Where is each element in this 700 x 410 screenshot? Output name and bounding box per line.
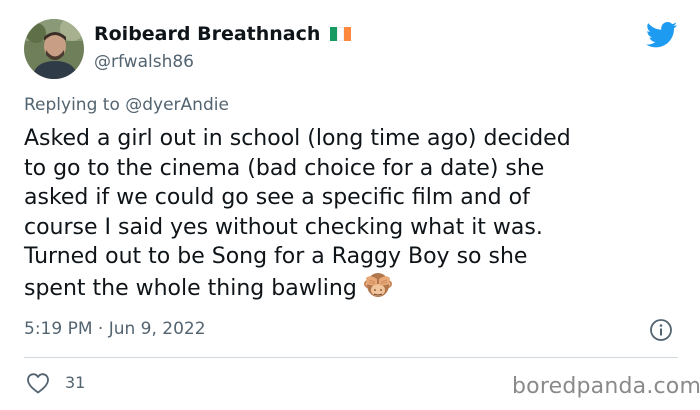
see-no-evil-monkey-emoji (363, 272, 392, 297)
ireland-flag-icon (330, 27, 352, 41)
watermark: boredpanda.com (512, 374, 700, 399)
replying-to-label: Replying to (24, 95, 126, 115)
tweet-text-last-line: spent the whole thing bawling (24, 272, 674, 304)
divider (24, 357, 678, 358)
tweet-text-line: spent the whole thing bawling (24, 275, 357, 301)
tweet-card: Roibeard Breathnach @rfwalsh86 Replying … (0, 0, 700, 410)
twitter-bird-icon[interactable] (646, 22, 678, 48)
user-handle[interactable]: @rfwalsh86 (94, 52, 194, 72)
reply-mention-link[interactable]: @dyerAndie (125, 95, 229, 115)
info-icon[interactable] (649, 318, 673, 342)
tweet-text-line: Turned out to be Song for a Raggy Boy so… (24, 244, 528, 269)
tweet-text-line: to go to the cinema (bad choice for a da… (24, 155, 545, 181)
like-count: 31 (65, 373, 86, 392)
display-name[interactable]: Roibeard Breathnach (94, 23, 352, 45)
heart-icon[interactable] (26, 372, 50, 394)
tweet-text-line: course I said yes without checking what … (24, 214, 543, 240)
avatar[interactable] (24, 19, 84, 79)
tweet-text-line: asked if we could go see a specific film… (24, 185, 530, 210)
tweet-timestamp[interactable]: 5:19 PM · Jun 9, 2022 (24, 319, 206, 339)
display-name-text: Roibeard Breathnach (94, 23, 321, 45)
tweet-text-line: Asked a girl out in school (long time ag… (24, 126, 571, 151)
replying-to: Replying to @dyerAndie (24, 95, 229, 115)
tweet-text: Asked a girl out in school (long time ag… (24, 124, 674, 303)
